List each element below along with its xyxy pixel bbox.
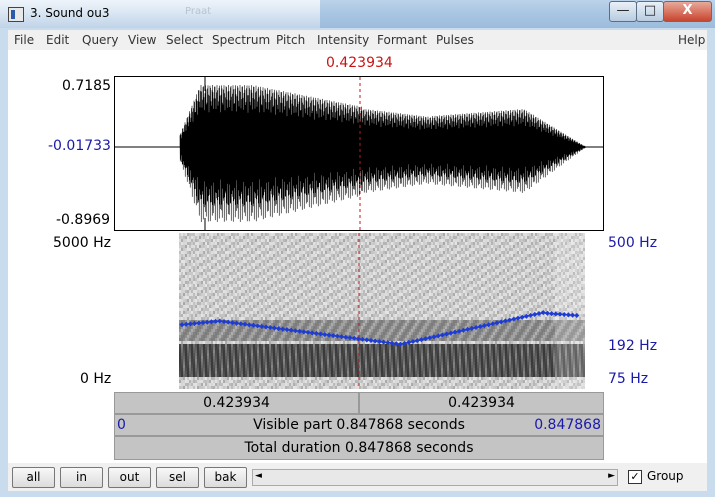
menu-help[interactable]: Help [678, 33, 705, 47]
zoom-selection-button[interactable]: sel [156, 467, 199, 488]
praat-window: Praat 3. Sound ou3 — □ X File Edit Query… [0, 0, 715, 497]
horizontal-scrollbar[interactable]: ◄ ► [252, 469, 618, 486]
visible-part-label: Visible part 0.847868 seconds [253, 417, 465, 433]
scroll-left-icon[interactable]: ◄ [255, 471, 262, 481]
pitch-bottom-label: 75 Hz [608, 371, 649, 387]
menu-query[interactable]: Query [82, 33, 118, 47]
waveform-zero-label: -0.01733 [48, 138, 111, 154]
app-icon[interactable] [8, 7, 24, 22]
waveform-max-label: 0.7185 [62, 78, 111, 94]
total-duration-bar[interactable]: Total duration 0.847868 seconds [114, 436, 604, 460]
close-button[interactable]: X [663, 1, 712, 22]
group-checkbox[interactable]: ✓ [628, 470, 642, 484]
menu-view[interactable]: View [128, 33, 156, 47]
cursor-time-label: 0.423934 [326, 55, 393, 71]
maximize-button[interactable]: □ [636, 1, 664, 22]
waveform-trace [179, 84, 586, 223]
spectrogram-max-label: 5000 Hz [53, 235, 111, 251]
pitch-mid-label: 192 Hz [608, 338, 658, 354]
menu-spectrum[interactable]: Spectrum [212, 33, 270, 47]
waveform-view[interactable] [114, 76, 604, 231]
menu-bar: File Edit Query View Select Spectrum Pit… [8, 30, 707, 50]
menu-select[interactable]: Select [166, 33, 203, 47]
spectrogram-view[interactable] [114, 233, 604, 389]
minimize-button[interactable]: — [609, 1, 637, 22]
menu-file[interactable]: File [14, 33, 34, 47]
menu-formant[interactable]: Formant [377, 33, 427, 47]
ghost-window-title: Praat [185, 6, 212, 17]
visible-start-label: 0 [117, 417, 126, 433]
pitch-top-label: 500 Hz [608, 235, 658, 251]
editor-client: File Edit Query View Select Spectrum Pit… [8, 30, 707, 491]
zoom-in-button[interactable]: in [60, 467, 103, 488]
window-title: 3. Sound ou3 [30, 6, 110, 20]
waveform-canvas [115, 77, 603, 230]
title-bar[interactable]: Praat 3. Sound ou3 — □ X [0, 0, 715, 28]
spectrogram-texture [179, 233, 585, 389]
visible-end-label: 0.847868 [534, 417, 601, 433]
bottom-toolbar: all in out sel bak ◄ ► ✓ Group [8, 463, 707, 491]
sound-editor-panel: 0.423934 0.7185 -0.01733 -0.8969 5000 Hz… [8, 50, 707, 463]
spectrogram-canvas [179, 233, 585, 389]
right-selection-bar[interactable]: 0.423934 [359, 392, 604, 414]
zoom-out-button[interactable]: out [108, 467, 151, 488]
menu-pitch[interactable]: Pitch [276, 33, 305, 47]
scroll-right-icon[interactable]: ► [608, 471, 615, 481]
left-selection-bar[interactable]: 0.423934 [114, 392, 359, 414]
spectrogram-min-label: 0 Hz [80, 371, 112, 387]
waveform-min-label: -0.8969 [56, 212, 111, 228]
menu-pulses[interactable]: Pulses [436, 33, 474, 47]
visible-part-bar[interactable]: 0 Visible part 0.847868 seconds 0.847868 [114, 414, 604, 436]
menu-edit[interactable]: Edit [46, 33, 69, 47]
zoom-back-button[interactable]: bak [204, 467, 247, 488]
group-label: Group [647, 469, 684, 483]
zoom-all-button[interactable]: all [12, 467, 55, 488]
menu-intensity[interactable]: Intensity [317, 33, 369, 47]
